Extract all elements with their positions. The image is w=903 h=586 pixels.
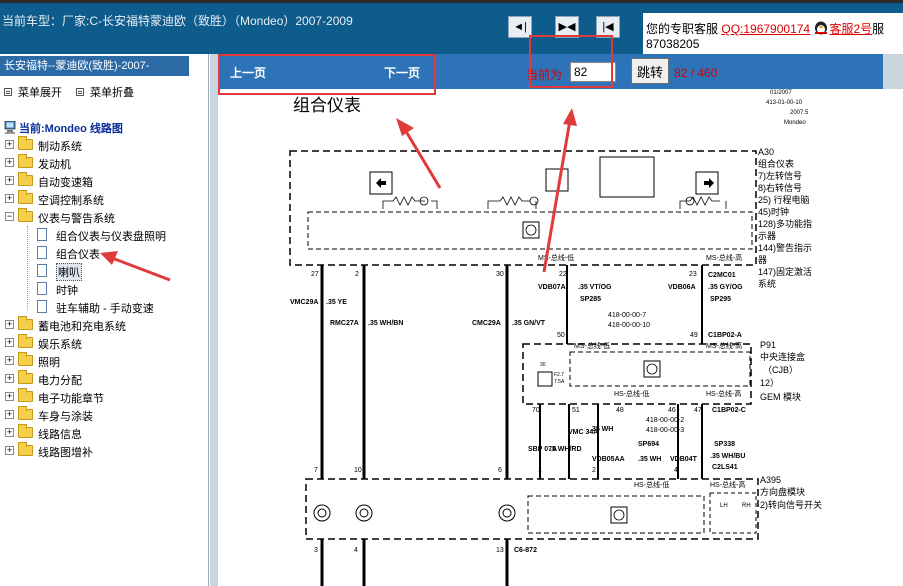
arrow-head-icon	[396, 118, 414, 136]
annotation-arrow	[402, 127, 442, 189]
annotation-arrow	[111, 256, 171, 282]
annotation-arrow	[542, 119, 572, 273]
annotation-arrows	[100, 108, 577, 282]
arrow-head-icon	[563, 108, 577, 126]
